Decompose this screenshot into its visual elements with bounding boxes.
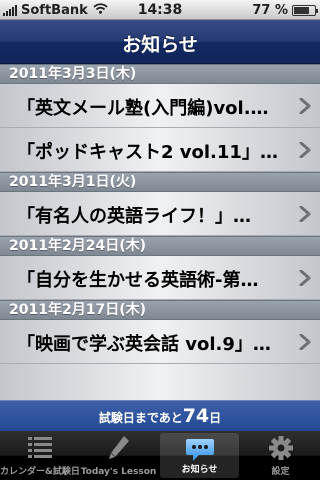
page-title: お知らせ [122, 34, 198, 56]
news-list[interactable]: 2011年3月3日(木) 「英文メール塾(入門編)vol.… 「ポッドキャスト2 v… [0, 64, 320, 400]
chevron-right-icon [299, 141, 311, 159]
countdown-days: 74 [182, 405, 210, 427]
news-item-title: 「ポッドキャスト2 vol.11」… [17, 142, 278, 163]
list-icon [25, 435, 55, 461]
section-header-date: 2011年2月17日(木) [0, 300, 320, 320]
tab-news[interactable]: お知らせ [160, 433, 239, 478]
status-right: 77 % [252, 3, 318, 18]
tab-label: カレンダー&試験日 [0, 467, 80, 477]
section-header-date: 2011年2月24日(木) [0, 236, 320, 256]
battery-percent: 77 % [252, 3, 288, 18]
chat-bubble-icon [185, 437, 215, 463]
tab-label: お知らせ [181, 465, 218, 475]
section-header-date: 2011年3月1日(火) [0, 172, 320, 192]
gear-icon [266, 435, 296, 461]
tab-label: 設定 [271, 467, 290, 477]
countdown-prefix: 試験日まであと [98, 411, 183, 425]
chevron-right-icon [299, 97, 311, 115]
news-item-title: 「英文メール塾(入門編)vol.… [17, 98, 269, 119]
tab-todays-lesson[interactable]: Today's Lesson [79, 431, 158, 480]
section-header-date: 2011年3月3日(木) [0, 64, 320, 84]
exam-countdown-banner: 試験日まであと74日 [0, 400, 320, 431]
news-list-item[interactable]: 「有名人の英語ライフ！」… [0, 192, 320, 236]
news-item-title: 「自分を生かせる英語術-第… [17, 270, 259, 291]
tab-label: Today's Lesson [80, 467, 157, 477]
news-item-title: 「映画で学ぶ英会話 vol.9」… [17, 334, 271, 355]
tab-settings[interactable]: 設定 [241, 431, 320, 480]
chevron-right-icon [299, 333, 311, 351]
tab-calendar[interactable]: カレンダー&試験日 [0, 431, 80, 480]
chevron-right-icon [299, 205, 311, 223]
news-list-item[interactable]: 「映画で学ぶ英会話 vol.9」… [0, 320, 320, 364]
pencil-icon [104, 435, 134, 461]
navigation-bar: お知らせ [0, 20, 320, 64]
countdown-suffix: 日 [209, 411, 222, 425]
news-list-item[interactable]: 「英文メール塾(入門編)vol.… [0, 84, 320, 128]
battery-icon [292, 5, 318, 16]
news-list-item[interactable]: 「ポッドキャスト2 vol.11」… [0, 128, 320, 172]
chevron-right-icon [299, 269, 311, 287]
tab-bar: カレンダー&試験日 Today's Lesson お知らせ 設定 [0, 431, 320, 480]
status-bar: SoftBank 14:38 77 % [0, 0, 320, 20]
news-list-item[interactable]: 「自分を生かせる英語術-第… [0, 256, 320, 300]
news-item-title: 「有名人の英語ライフ！」… [17, 206, 251, 227]
